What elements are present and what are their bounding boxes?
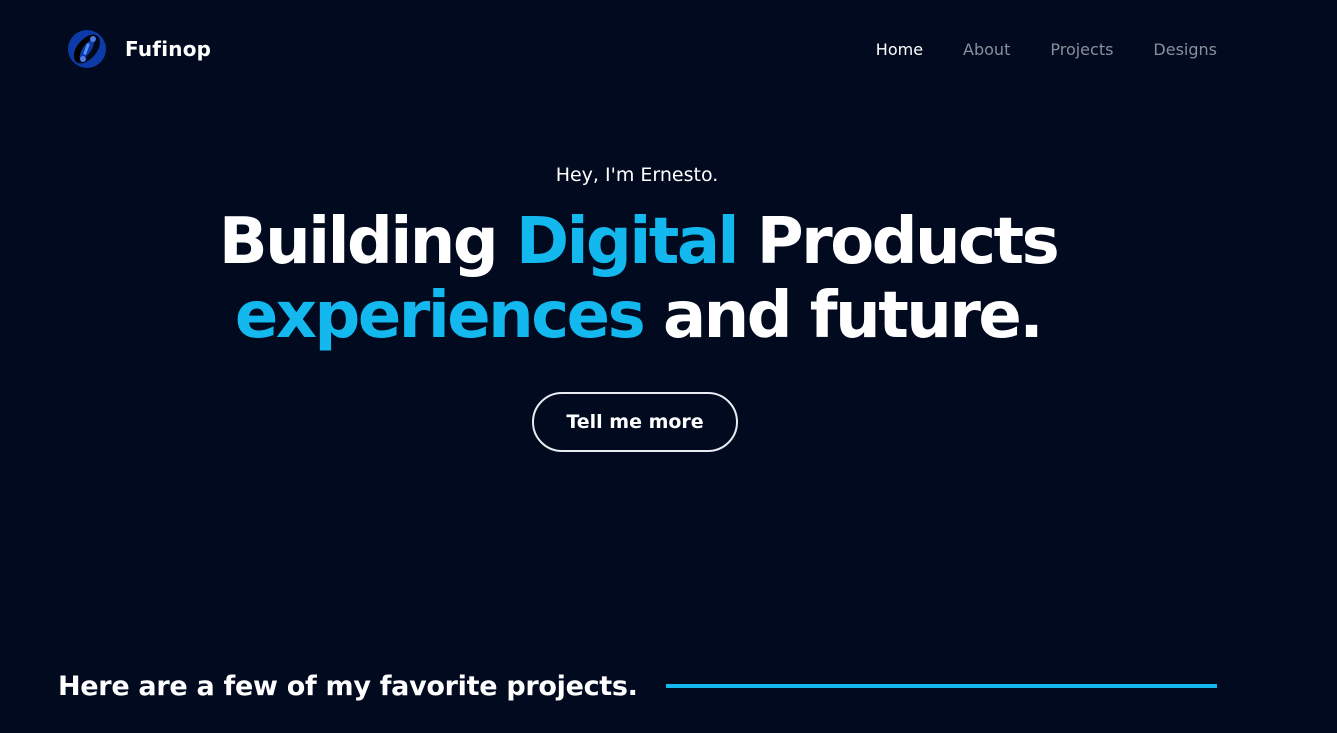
brand-name: Fufinop <box>125 37 212 61</box>
brand-logo-link[interactable]: Fufinop <box>64 26 211 72</box>
headline-word-building: Building <box>218 205 499 279</box>
headline-word-and-future: and future. <box>662 279 1044 353</box>
tell-me-more-button[interactable]: Tell me more <box>532 392 738 452</box>
planet-logo-icon <box>68 30 106 68</box>
headline-word-digital: Digital <box>515 205 740 279</box>
nav-item-home[interactable]: Home <box>876 38 923 62</box>
nav-item-about[interactable]: About <box>963 38 1010 62</box>
hero-headline: Building Digital Products experiences an… <box>0 205 1276 353</box>
headline-word-products: Products <box>756 205 1060 279</box>
hero-intro: Hey, I'm Ernesto. <box>555 164 719 186</box>
main-nav: Home About Projects Designs <box>836 38 1217 62</box>
page: Fufinop Home About Projects Designs Hey,… <box>0 0 1337 733</box>
nav-item-designs[interactable]: Designs <box>1153 38 1217 62</box>
nav-item-projects[interactable]: Projects <box>1050 38 1113 62</box>
headline-word-experiences: experiences <box>234 279 646 353</box>
projects-divider <box>666 684 1217 688</box>
projects-heading: Here are a few of my favorite projects. <box>58 671 638 702</box>
